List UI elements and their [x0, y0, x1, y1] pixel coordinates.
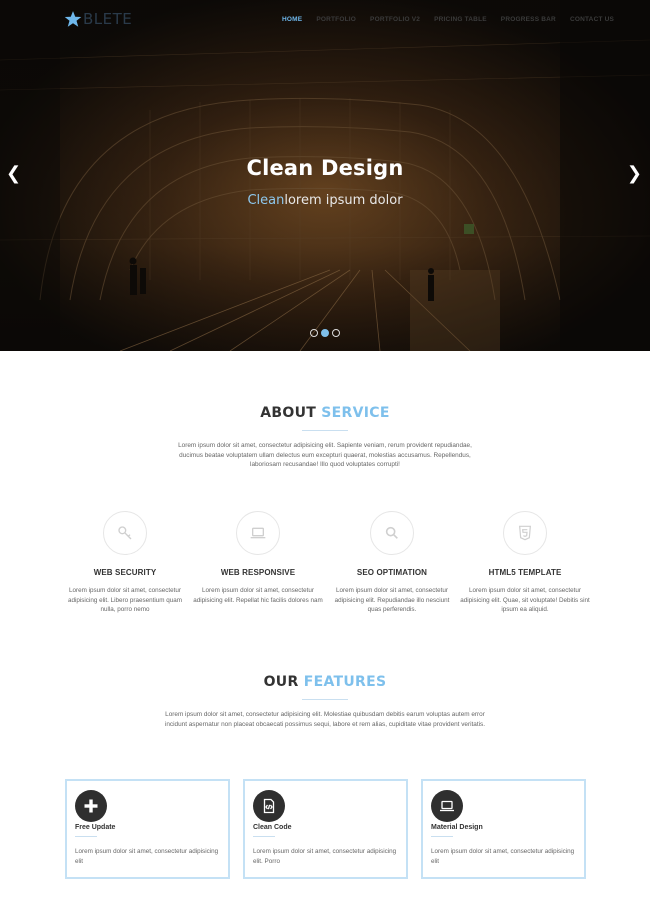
feature-text: Lorem ipsum dolor sit amet, consectetur … — [431, 848, 575, 865]
about-title: ABOUT SERVICE — [0, 405, 650, 421]
service-title: SEO OPTIMATION — [356, 568, 428, 577]
features-title-dark: OUR — [263, 674, 299, 690]
about-text: Lorem ipsum dolor sit amet, consectetur … — [178, 442, 472, 469]
feature-title: Free Update — [75, 824, 116, 831]
features-title-accent: FEATURES — [303, 674, 387, 690]
nav-item-progress-bar[interactable]: PROGRESS BAR — [501, 16, 556, 23]
service-title: WEB RESPONSIVE — [220, 568, 296, 577]
service-seo-optimation: SEO OPTIMATION Lorem ipsum dolor sit ame… — [327, 511, 457, 615]
slider-dot-1[interactable] — [310, 329, 318, 337]
feature-divider — [75, 836, 97, 837]
slider-dots — [310, 329, 340, 337]
nav-item-contact-us[interactable]: CONTACT US — [570, 16, 614, 23]
feature-text: Lorem ipsum dolor sit amet, consectetur … — [75, 848, 219, 865]
feature-card-material-design: Material Design Lorem ipsum dolor sit am… — [421, 779, 586, 879]
feature-divider — [431, 836, 453, 837]
slider-dot-2[interactable] — [321, 329, 329, 337]
about-title-accent: SERVICE — [321, 405, 390, 421]
feature-card-clean-code: Clean Code Lorem ipsum dolor sit amet, c… — [243, 779, 408, 879]
hero-title: Clean Design — [246, 156, 404, 180]
nav-item-portfolio-v2[interactable]: PORTFOLIO V2 — [370, 16, 420, 23]
service-web-responsive: WEB RESPONSIVE Lorem ipsum dolor sit ame… — [193, 511, 323, 605]
code-file-icon — [253, 790, 285, 822]
service-html5-template: HTML5 TEMPLATE Lorem ipsum dolor sit ame… — [460, 511, 590, 615]
top-navigation: BLETE HOME PORTFOLIO PORTFOLIO V2 PRICIN… — [0, 0, 650, 40]
laptop-icon — [236, 511, 280, 555]
feature-text: Lorem ipsum dolor sit amet, consectetur … — [253, 848, 397, 865]
nav-item-portfolio[interactable]: PORTFOLIO — [316, 16, 356, 23]
feature-divider — [253, 836, 275, 837]
star-icon — [64, 11, 82, 27]
plus-icon — [75, 790, 107, 822]
key-icon — [103, 511, 147, 555]
features-title: OUR FEATURES — [0, 674, 650, 690]
slider-dot-3[interactable] — [332, 329, 340, 337]
nav-item-home[interactable]: HOME — [282, 16, 302, 23]
laptop-icon — [431, 790, 463, 822]
features-divider — [302, 699, 348, 700]
service-text: Lorem ipsum dolor sit amet, consectetur … — [193, 587, 323, 604]
hero-subtitle-rest: lorem ipsum dolor — [284, 193, 403, 208]
logo-text: BLETE — [83, 10, 133, 28]
hero-slider: BLETE HOME PORTFOLIO PORTFOLIO V2 PRICIN… — [0, 0, 650, 351]
service-text: Lorem ipsum dolor sit amet, consectetur … — [67, 587, 183, 614]
nav-item-pricing-table[interactable]: PRICING TABLE — [434, 16, 487, 23]
hero-subtitle-accent: Clean — [247, 193, 285, 208]
service-title: WEB SECURITY — [93, 568, 157, 577]
service-web-security: WEB SECURITY Lorem ipsum dolor sit amet,… — [60, 511, 190, 615]
service-text: Lorem ipsum dolor sit amet, consectetur … — [334, 587, 450, 614]
service-title: HTML5 TEMPLATE — [488, 568, 562, 577]
main-menu: HOME PORTFOLIO PORTFOLIO V2 PRICING TABL… — [282, 16, 628, 23]
html5-icon — [503, 511, 547, 555]
logo[interactable]: BLETE — [64, 10, 132, 28]
hero-subtitle: Cleanlorem ipsum dolor — [0, 193, 650, 208]
search-icon — [370, 511, 414, 555]
service-text: Lorem ipsum dolor sit amet, consectetur … — [460, 587, 590, 614]
about-title-dark: ABOUT — [260, 405, 317, 421]
feature-card-free-update: Free Update Lorem ipsum dolor sit amet, … — [65, 779, 230, 879]
feature-title: Clean Code — [253, 824, 292, 831]
about-divider — [302, 430, 348, 431]
feature-title: Material Design — [431, 824, 483, 831]
features-text: Lorem ipsum dolor sit amet, consectetur … — [164, 711, 486, 728]
